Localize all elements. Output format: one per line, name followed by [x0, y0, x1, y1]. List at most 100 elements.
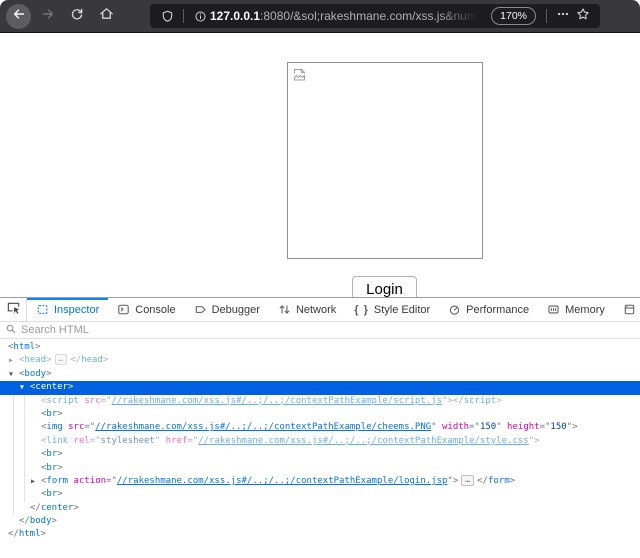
tag-name: center [41, 503, 74, 513]
tab-memory[interactable]: Memory [538, 298, 614, 321]
devtools-search-input[interactable] [21, 324, 634, 336]
dom-tree-row[interactable]: </center> [0, 502, 640, 515]
punctuation: > [57, 463, 62, 473]
info-icon[interactable] [190, 6, 210, 26]
memory-icon [547, 303, 560, 316]
dom-tree-row[interactable]: <html> [0, 341, 640, 354]
tag-name: form [46, 476, 68, 486]
network-icon [278, 303, 291, 316]
dom-tree-row[interactable]: <br> [0, 488, 640, 501]
tag-name: html [19, 529, 41, 539]
firefox-window: 127.0.0.1:8080/&sol;rakeshmane.com/xss.j… [0, 0, 640, 558]
url-host: 127.0.0.1 [210, 9, 260, 23]
attribute-name: rel [68, 436, 90, 446]
bookmark-star-icon [576, 7, 590, 26]
home-button[interactable] [94, 4, 118, 28]
tag-name: form [488, 476, 510, 486]
browser-toolbar: 127.0.0.1:8080/&sol;rakeshmane.com/xss.j… [0, 0, 640, 33]
punctuation: </ [453, 396, 464, 406]
attribute-name: src [63, 422, 85, 432]
tag-name: head [81, 355, 103, 365]
punctuation: </ [477, 476, 488, 486]
attribute-value: stylesheet [101, 436, 155, 446]
attribute-name: width [437, 422, 470, 432]
bookmark-star-button[interactable] [573, 6, 593, 26]
tab-storage[interactable]: Storage [614, 298, 640, 321]
inspector-icon [36, 303, 49, 316]
broken-image-placeholder [287, 62, 483, 259]
page-actions-button[interactable] [553, 6, 573, 26]
punctuation: =" [469, 422, 480, 432]
punctuation: </ [8, 529, 19, 539]
dom-tree-row[interactable]: <img src="//rakeshmane.com/xss.js#/..;/.… [0, 421, 640, 434]
devtools-panel: InspectorConsole Debugger Network{ }Style … [0, 297, 640, 558]
tag-name: img [46, 422, 62, 432]
dom-tree-row[interactable]: <br> [0, 448, 640, 461]
tab-inspector[interactable]: Inspector [27, 298, 108, 321]
punctuation: > [57, 409, 62, 419]
punctuation: "> [442, 396, 453, 406]
attribute-link[interactable]: //rakeshmane.com/xss.js#/..;/..;/context… [117, 476, 448, 486]
tab-debugger[interactable]: Debugger [185, 298, 269, 321]
zoom-indicator[interactable]: 170% [491, 7, 536, 25]
attribute-name: action [68, 476, 106, 486]
devtools-toolbar: InspectorConsole Debugger Network{ }Style … [0, 298, 640, 322]
tag-name: link [46, 436, 68, 446]
forward-button[interactable] [36, 4, 60, 28]
dom-tree-row[interactable]: ▶<form action="//rakeshmane.com/xss.js#/… [0, 475, 640, 488]
url-bar[interactable]: 127.0.0.1:8080/&sol;rakeshmane.com/xss.j… [150, 4, 600, 28]
page-actions-icon [556, 7, 570, 26]
url-text[interactable]: 127.0.0.1:8080/&sol;rakeshmane.com/xss.j… [210, 9, 487, 23]
punctuation: "> [529, 436, 540, 446]
dom-tree-row[interactable]: </body> [0, 515, 640, 528]
tab-performance[interactable]: Performance [439, 298, 538, 321]
search-icon [6, 321, 16, 339]
attribute-link[interactable]: //rakeshmane.com/xss.js#/..;/..;/context… [198, 436, 529, 446]
tag-name: head [24, 355, 46, 365]
punctuation: "> [567, 422, 578, 432]
tab-network[interactable]: Network [269, 298, 345, 321]
dom-tree-row[interactable]: <br> [0, 462, 640, 475]
back-button[interactable] [6, 4, 31, 29]
dom-tree-row[interactable]: ▼<center> [0, 381, 640, 394]
tab-label: Debugger [212, 304, 260, 316]
style-editor-icon: { } [354, 304, 369, 316]
tab-label: Performance [466, 304, 529, 316]
expand-arrow-icon[interactable]: ▶ [31, 475, 35, 488]
attribute-value: 150 [480, 422, 496, 432]
url-path: :8080/&sol;rakeshmane.com/xss.js&num;/..… [260, 9, 487, 23]
collapse-arrow-icon[interactable]: ▼ [9, 368, 13, 381]
punctuation: </ [30, 503, 41, 513]
dom-tree-row[interactable]: <link rel="stylesheet" href="//rakeshman… [0, 435, 640, 448]
reload-icon [70, 7, 84, 26]
tag-name: script [464, 396, 497, 406]
punctuation: > [57, 449, 62, 459]
dom-tree-row[interactable]: ▼<body> [0, 368, 640, 381]
tag-name: body [30, 516, 52, 526]
punctuation: > [41, 529, 46, 539]
punctuation: > [46, 369, 51, 379]
element-picker-button[interactable] [0, 298, 27, 321]
expand-arrow-icon[interactable]: ▶ [9, 354, 13, 367]
dom-tree: <html>▶<head>…</head>▼<body>▼<center><sc… [0, 339, 640, 558]
punctuation: > [73, 503, 78, 513]
attribute-name: src [79, 396, 101, 406]
punctuation: =" [101, 396, 112, 406]
collapsed-content-badge[interactable]: … [55, 354, 68, 365]
dom-tree-row[interactable]: ▶<head>…</head> [0, 354, 640, 367]
attribute-link[interactable]: //rakeshmane.com/xss.js#/..;/..;/context… [111, 396, 442, 406]
tab-style-editor[interactable]: { }Style Editor [345, 298, 439, 321]
collapsed-content-badge[interactable]: … [461, 475, 474, 486]
shield-icon[interactable] [157, 6, 177, 26]
dom-tree-row[interactable]: </html> [0, 528, 640, 541]
punctuation: "> [447, 476, 458, 486]
tag-name: script [46, 396, 79, 406]
dom-tree-row[interactable]: <script src="//rakeshmane.com/xss.js#/..… [0, 395, 640, 408]
reload-button[interactable] [65, 4, 89, 28]
devtools-search-bar [0, 322, 640, 339]
tab-console[interactable]: Console [108, 298, 184, 321]
attribute-link[interactable]: //rakeshmane.com/xss.js#/..;/..;/context… [95, 422, 431, 432]
dom-tree-row[interactable]: <br> [0, 408, 640, 421]
urlbar-divider-2 [546, 9, 547, 23]
collapse-arrow-icon[interactable]: ▼ [20, 381, 24, 394]
